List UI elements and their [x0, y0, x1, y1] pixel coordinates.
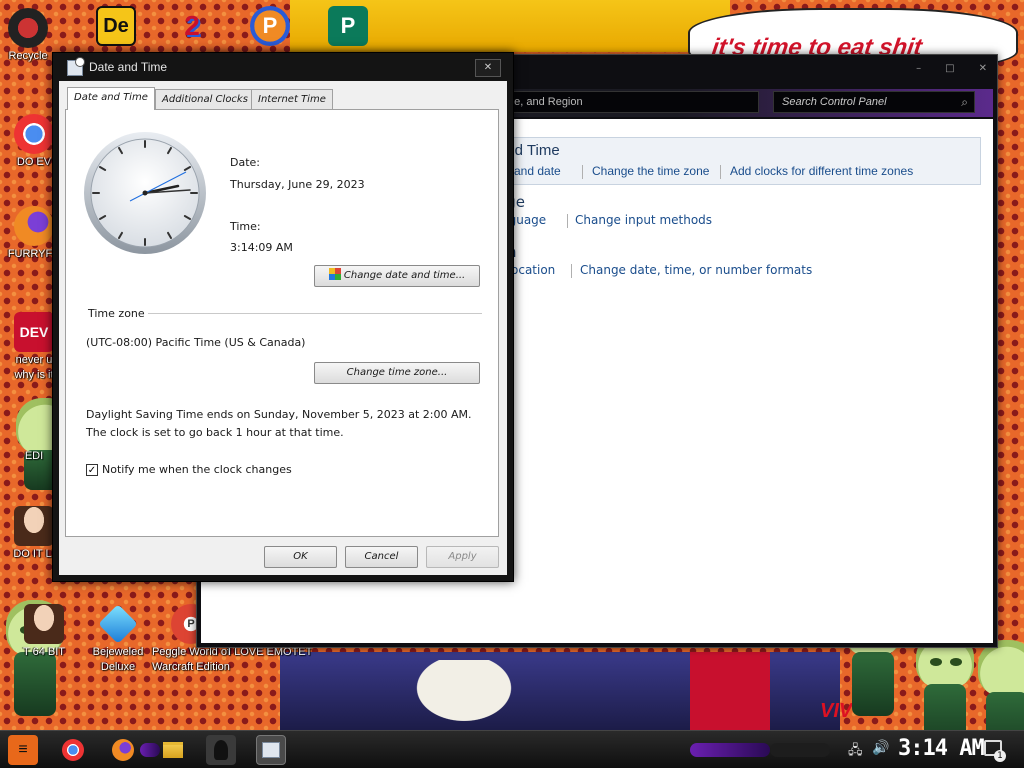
firefox-icon [112, 739, 134, 761]
file-explorer-icon [163, 742, 183, 758]
link-separator [571, 264, 572, 278]
chrome-icon [62, 739, 84, 761]
window-caption-buttons: – □ ✕ [916, 63, 987, 74]
search-icon: ⌕ [961, 95, 968, 109]
change-time-zone-button[interactable]: Change time zone... [314, 362, 480, 384]
desktop-icon-p[interactable]: P [234, 6, 306, 46]
close-button[interactable]: ✕ [475, 59, 501, 77]
wallpaper-red-pillar [690, 652, 770, 730]
tab-internet-time[interactable]: Internet Time [251, 89, 333, 109]
link-separator [720, 165, 721, 179]
blue-2-icon: 2 [184, 10, 200, 41]
time-zone-heading: Time zone [88, 307, 145, 320]
taskbar-file-explorer[interactable] [158, 735, 188, 765]
volume-icon[interactable]: 🔊 [872, 740, 889, 756]
link-change-input-methods[interactable]: Change input methods [575, 213, 712, 227]
date-time-icon [67, 57, 85, 76]
shield-icon [328, 268, 341, 280]
date-time-icon [262, 742, 280, 758]
maximize-button[interactable]: □ [945, 63, 954, 74]
start-icon[interactable]: ≡ [8, 735, 38, 765]
divider [148, 313, 482, 314]
app-icon [214, 740, 228, 760]
link-separator [567, 214, 568, 228]
portrait-icon [14, 506, 54, 546]
desktop-icon-64bit[interactable]: T 64 BIT [8, 604, 80, 659]
tab-date-and-time[interactable]: Date and Time [67, 87, 155, 110]
portrait-icon-2 [24, 604, 64, 644]
date-label: Date: [230, 156, 260, 169]
cancel-button[interactable]: Cancel [345, 546, 418, 568]
wallpaper-figure [404, 660, 524, 730]
time-label: Time: [230, 220, 261, 233]
address-bar[interactable]: ge, and Region [501, 91, 759, 113]
apply-button[interactable]: Apply [426, 546, 499, 568]
chrome-icon [14, 114, 54, 154]
minimize-button[interactable]: – [916, 63, 921, 74]
taskbar-ornament [690, 743, 770, 757]
link-change-formats[interactable]: Change date, time, or number formats [580, 263, 812, 277]
dst-info-line-1: Daylight Saving Time ends on Sunday, Nov… [86, 408, 472, 421]
dialog-title: Date and Time [89, 60, 168, 74]
taskbar-chrome[interactable] [58, 735, 88, 765]
tab-panel-date-time: Date: Thursday, June 29, 2023 Time: 3:14… [65, 109, 499, 537]
taskbar: ≡ 🖧 🔊 3:14 AM 1 [0, 730, 1024, 768]
change-date-time-button[interactable]: Change date and time... [314, 265, 480, 287]
date-time-dialog[interactable]: Date and Time ✕ Date and Time Additional… [52, 52, 514, 582]
dialog-body: Date and Time Additional Clocks Internet… [59, 81, 507, 575]
de-icon: De [96, 6, 136, 46]
time-value: 3:14:09 AM [230, 241, 293, 254]
close-button[interactable]: ✕ [979, 63, 987, 74]
network-icon[interactable]: 🖧 [848, 741, 863, 763]
dev-cpp-icon: DEV [14, 312, 54, 352]
firefox-icon [14, 206, 54, 246]
notify-checkbox[interactable]: ✓ [86, 464, 98, 476]
change-date-time-label: Change date and time... [343, 270, 466, 281]
time-zone-value: (UTC-08:00) Pacific Time (US & Canada) [86, 336, 306, 349]
search-input[interactable]: Search Control Panel ⌕ [773, 91, 975, 113]
section-date-time: and Time me and date Change the time zon… [487, 137, 981, 185]
recycle-bin-icon [8, 8, 48, 48]
notification-icon[interactable]: 1 [984, 740, 1006, 762]
desktop-icon-blue-2[interactable]: 2 [156, 6, 228, 46]
peridot-icon [14, 408, 54, 448]
link-add-clocks[interactable]: Add clocks for different time zones [730, 164, 913, 178]
date-value: Thursday, June 29, 2023 [230, 178, 365, 191]
taskbar-date-time[interactable] [256, 735, 286, 765]
notify-label: Notify me when the clock changes [102, 463, 292, 476]
ok-button[interactable]: OK [264, 546, 337, 568]
taskbar-ornament [140, 743, 160, 757]
search-placeholder: Search Control Panel [782, 96, 887, 108]
tab-additional-clocks[interactable]: Additional Clocks [155, 89, 255, 109]
publisher-icon: P [328, 6, 368, 46]
taskbar-clock[interactable]: 3:14 AM [898, 736, 985, 761]
taskbar-ornament [770, 743, 830, 757]
bejeweled-gem-icon [98, 604, 138, 644]
dst-info-line-2: The clock is set to go back 1 hour at th… [86, 426, 344, 439]
taskbar-firefox[interactable] [108, 735, 138, 765]
desktop-icon-publisher[interactable]: P [312, 6, 384, 46]
link-change-time-zone[interactable]: Change the time zone [592, 164, 709, 178]
desktop-icon-bejeweled[interactable]: Bejeweled Deluxe [82, 604, 154, 674]
analog-clock [84, 132, 206, 254]
desktop-icon-de[interactable]: De [80, 6, 152, 46]
taskbar-app[interactable] [206, 735, 236, 765]
p-app-icon: P [250, 6, 290, 46]
link-separator [582, 165, 583, 179]
notification-badge: 1 [994, 750, 1006, 762]
link-change-location[interactable]: ocation [511, 263, 555, 277]
